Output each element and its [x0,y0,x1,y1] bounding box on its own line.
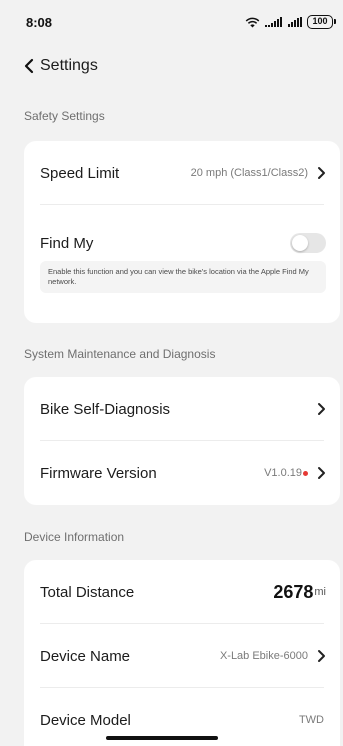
total-distance-value: 2678 [273,581,314,602]
total-distance-row: Total Distance 2678 mi [24,560,340,624]
section-label-maintenance: System Maintenance and Diagnosis [24,347,216,361]
update-dot-icon [303,470,308,476]
firmware-version-label: Firmware Version [40,464,157,482]
status-bar: 8:08 100 [0,0,343,44]
cellular-signal-icon [265,17,282,27]
section-label-device: Device Information [24,530,125,544]
chevron-right-icon [318,467,325,479]
status-icons: 100 [245,15,336,29]
chevron-right-icon [318,167,325,179]
firmware-version-value: V1.0.19 [264,467,302,479]
device-card: Total Distance 2678 mi Device Name X-Lab… [24,560,340,746]
device-name-row[interactable]: Device Name X-Lab Ebike-6000 [24,624,340,688]
find-my-toggle[interactable] [290,233,326,253]
speed-limit-label: Speed Limit [40,164,120,182]
chevron-right-icon [318,650,325,662]
device-model-label: Device Model [40,711,131,729]
device-name-label: Device Name [40,647,131,665]
speed-limit-row[interactable]: Speed Limit 20 mph (Class1/Class2) [24,141,340,205]
safety-card: Speed Limit 20 mph (Class1/Class2) Find … [24,141,340,323]
bike-self-diagnosis-row[interactable]: Bike Self-Diagnosis [24,377,340,441]
section-label-safety: Safety Settings [24,109,105,123]
firmware-version-row[interactable]: Firmware Version V1.0.19 [24,441,340,505]
chevron-left-icon [24,58,34,74]
toggle-knob [292,235,308,251]
speed-limit-value: 20 mph (Class1/Class2) [190,167,308,179]
battery-icon: 100 [307,15,336,29]
home-indicator[interactable] [106,736,218,740]
chevron-right-icon [318,403,325,415]
wifi-icon [245,17,260,27]
total-distance-unit: mi [314,586,326,598]
device-model-value: TWD [298,714,324,726]
status-time: 8:08 [26,14,53,30]
back-label: Settings [40,57,98,74]
device-name-value: X-Lab Ebike-6000 [219,650,308,662]
cellular-signal-icon [288,17,302,27]
find-my-label: Find My [40,234,94,252]
bike-self-diagnosis-label: Bike Self-Diagnosis [40,400,171,418]
total-distance-label: Total Distance [40,583,135,601]
back-button[interactable]: Settings [0,50,343,82]
maintenance-card: Bike Self-Diagnosis Firmware Version V1.… [24,377,340,505]
find-my-row: Find My [24,205,340,275]
